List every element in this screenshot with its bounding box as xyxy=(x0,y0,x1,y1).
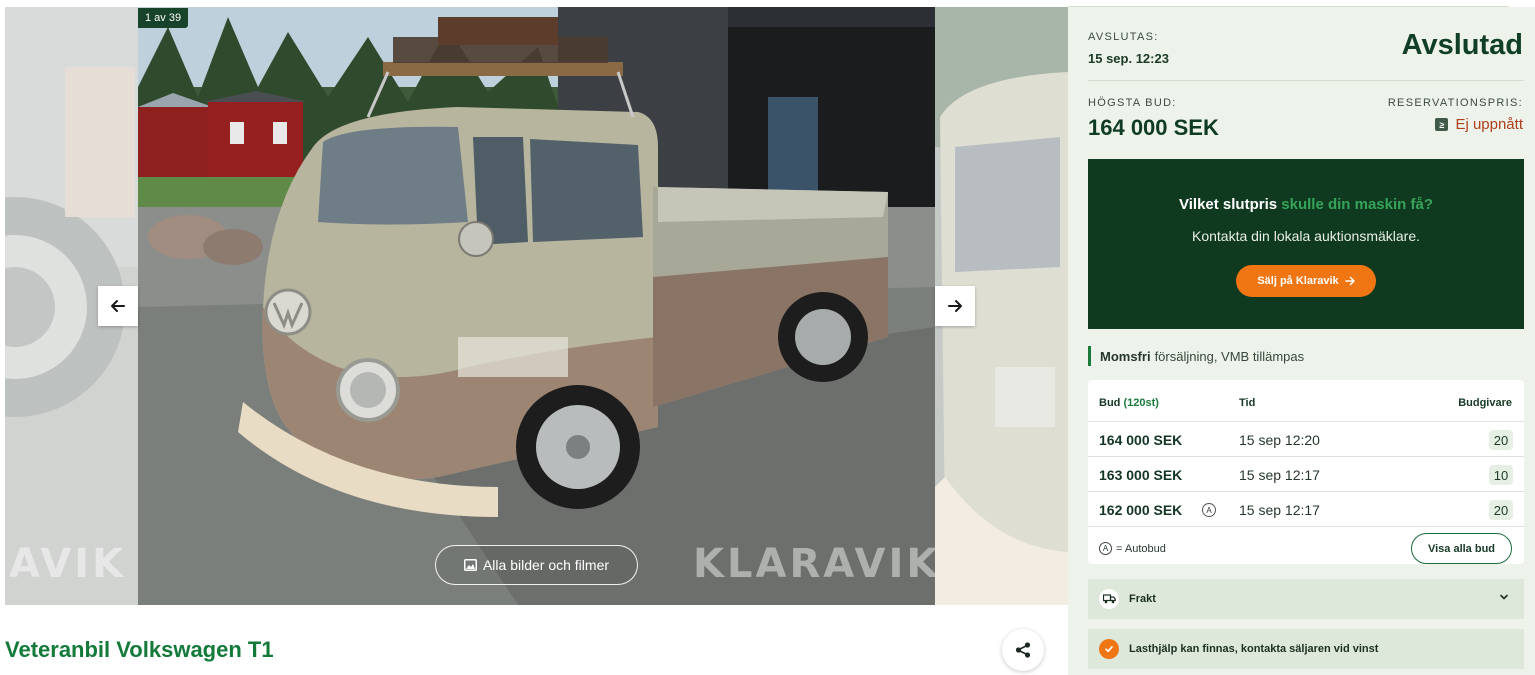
autobid-legend: A = Autobud xyxy=(1099,542,1166,555)
image-counter-badge: 1 av 39 xyxy=(138,8,189,28)
arrow-left-icon xyxy=(111,300,125,312)
reserve-price-label: RESERVATIONSPRIS: xyxy=(1387,97,1523,109)
ends-date: 15 sep. 12:23 xyxy=(1088,51,1169,66)
ends-label: AVSLUTAS: xyxy=(1088,31,1159,43)
chevron-down-icon xyxy=(1500,594,1508,600)
image-icon xyxy=(463,559,477,571)
previous-image-button[interactable] xyxy=(98,286,138,326)
main-vehicle-image[interactable]: KLARAVIK xyxy=(138,7,935,605)
freight-label: Frakt xyxy=(1129,593,1156,605)
arrow-right-icon xyxy=(948,300,962,312)
autobid-icon: A xyxy=(1099,542,1112,555)
bidder-number: 20 xyxy=(1489,430,1513,450)
listing-title: Veteranbil Volkswagen T1 xyxy=(5,637,274,662)
share-button[interactable] xyxy=(1002,629,1044,671)
image-gallery: AVIK KLARAVIK 1 av 39 Alla bilder och fi… xyxy=(5,7,1068,605)
share-icon xyxy=(1015,642,1031,658)
bid-amount: 162 000 SEK xyxy=(1099,502,1183,518)
vat-bold: Momsfri xyxy=(1100,348,1151,364)
highest-bid-label: HÖGSTA BUD: xyxy=(1088,97,1177,109)
not-reached-icon: ≥ xyxy=(1435,118,1449,131)
loading-help-label: Lasthjälp kan finnas, kontakta säljaren … xyxy=(1129,643,1379,655)
time-column-header: Tid xyxy=(1239,397,1256,409)
bid-amount: 163 000 SEK xyxy=(1099,467,1183,483)
bidder-number: 20 xyxy=(1489,500,1513,520)
promo-subtitle: Kontakta din lokala auktionsmäklare. xyxy=(1191,228,1421,244)
bid-time: 15 sep 12:20 xyxy=(1239,432,1320,448)
bidder-number: 10 xyxy=(1489,465,1513,485)
check-icon xyxy=(1099,639,1119,659)
divider xyxy=(1088,526,1524,527)
bid-history-card: Bud (120st) Tid Budgivare 164 000 SEK 15… xyxy=(1088,380,1524,564)
freight-accordion[interactable]: Frakt xyxy=(1088,579,1524,619)
bid-amount: 164 000 SEK xyxy=(1099,432,1183,448)
bid-time: 15 sep 12:17 xyxy=(1239,467,1320,483)
bid-time: 15 sep 12:17 xyxy=(1239,502,1320,518)
bid-row: 162 000 SEK A 15 sep 12:17 20 xyxy=(1088,491,1524,526)
arrow-right-icon xyxy=(1344,276,1355,286)
show-all-bids-button[interactable]: Visa alla bud xyxy=(1411,533,1512,564)
autobid-icon: A xyxy=(1202,503,1216,517)
bid-header-text: Bud xyxy=(1099,397,1121,409)
truck-icon xyxy=(1099,589,1119,609)
auction-panel: AVSLUTAS: 15 sep. 12:23 Avslutad HÖGSTA … xyxy=(1068,7,1535,675)
bid-row: 164 000 SEK 15 sep 12:20 20 xyxy=(1088,421,1524,456)
promo-title-part2: skulle din maskin få? xyxy=(1281,196,1433,213)
bidder-column-header: Budgivare xyxy=(1458,397,1512,409)
sell-on-klaravik-button[interactable]: Sälj på Klaravik xyxy=(1236,265,1376,297)
autobid-legend-text: = Autobud xyxy=(1116,542,1166,555)
bid-row: 163 000 SEK 15 sep 12:17 10 xyxy=(1088,456,1524,491)
reserve-status-text: Ej uppnått xyxy=(1455,116,1523,133)
watermark-text: KLARAVIK xyxy=(693,541,935,587)
sell-button-label: Sälj på Klaravik xyxy=(1257,275,1339,287)
watermark-text: AVIK xyxy=(9,541,127,587)
auction-status: Avslutad xyxy=(1401,29,1523,61)
promo-title: Vilket slutpris skulle din maskin få? xyxy=(1088,196,1524,213)
promo-title-part1: Vilket slutpris xyxy=(1179,196,1278,213)
vat-text: försäljning, VMB tillämpas xyxy=(1154,348,1305,364)
sell-promo-box: Vilket slutpris skulle din maskin få? Ko… xyxy=(1088,159,1524,329)
next-image-button[interactable] xyxy=(935,286,975,326)
highest-bid-value: 164 000 SEK xyxy=(1088,115,1219,140)
divider xyxy=(1088,80,1524,81)
reserve-price-status[interactable]: ≥ Ej uppnått xyxy=(1435,116,1523,133)
bid-column-header: Bud (120st) xyxy=(1099,397,1159,409)
loading-help-info: Lasthjälp kan finnas, kontakta säljaren … xyxy=(1088,629,1524,669)
all-images-button[interactable]: Alla bilder och filmer xyxy=(435,545,638,585)
vat-notice: Momsfri försäljning, VMB tillämpas xyxy=(1088,346,1304,366)
all-images-label: Alla bilder och filmer xyxy=(482,557,610,573)
bid-count: (120st) xyxy=(1123,397,1159,409)
panel-top-divider xyxy=(1068,0,1509,7)
